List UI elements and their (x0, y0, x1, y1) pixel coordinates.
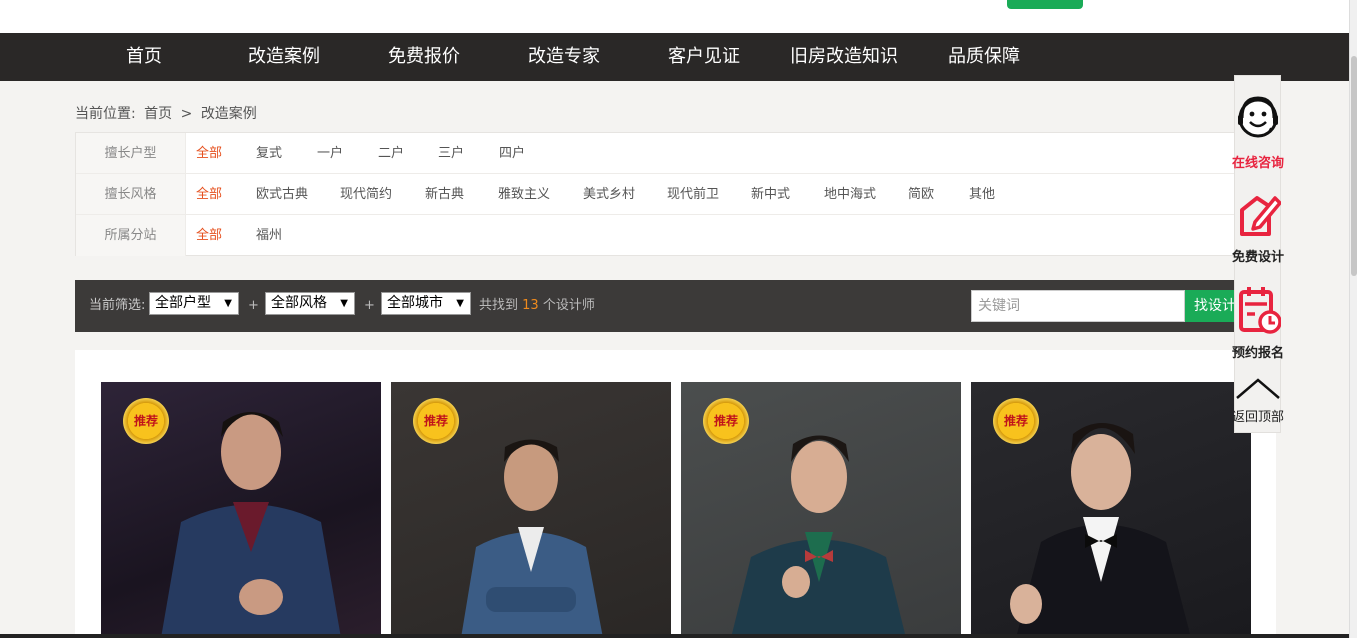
appointment-button[interactable]: 预约报名 (1232, 284, 1284, 364)
appointment-label: 预约报名 (1231, 346, 1284, 361)
floating-sidebar: 在线咨询 免费设计 预约报名 返回顶部 (1232, 75, 1284, 433)
results-prefix: 共找到 (479, 298, 519, 313)
recommend-badge: 推荐 (123, 398, 169, 444)
designer-card[interactable]: 推荐 (101, 382, 381, 638)
top-green-button[interactable] (1007, 0, 1083, 9)
back-to-top-label: 返回顶部 (1231, 410, 1284, 425)
style-select-value: 全部风格 (271, 295, 327, 311)
headset-icon (1238, 96, 1278, 138)
filter-option[interactable]: 一户 (317, 133, 343, 174)
designer-card[interactable]: 推荐 (391, 382, 671, 638)
keyword-input[interactable]: 关键词 (971, 290, 1185, 322)
filter-option[interactable]: 全部 (196, 215, 222, 256)
filter-option[interactable]: 美式乡村 (583, 174, 635, 215)
plus-separator: + (364, 298, 375, 313)
recommend-badge-text: 推荐 (1003, 414, 1028, 428)
breadcrumb-prefix: 当前位置: (75, 106, 136, 122)
filter-row-house-type: 擅长户型 全部 复式 一户 二户 三户 四户 (76, 133, 1249, 174)
filter-table: 擅长户型 全部 复式 一户 二户 三户 四户 擅长风格 全部 欧式古典 现代简约… (75, 132, 1250, 256)
filter-option[interactable]: 复式 (256, 133, 282, 174)
nav-item-cases[interactable]: 改造案例 (248, 33, 320, 81)
nav-item-quote[interactable]: 免费报价 (388, 33, 460, 81)
designer-grid: 推荐 推荐 推荐 推荐 (75, 350, 1276, 638)
filter-option[interactable]: 其他 (969, 174, 995, 215)
filter-option[interactable]: 三户 (438, 133, 464, 174)
nav-item-knowledge[interactable]: 旧房改造知识 (790, 33, 898, 81)
designer-card[interactable]: 推荐 (971, 382, 1251, 638)
filter-option[interactable]: 新中式 (751, 174, 790, 215)
dropdown-arrow-icon: ▼ (456, 298, 464, 309)
nav-item-testimonials[interactable]: 客户见证 (668, 33, 740, 81)
recommend-badge-text: 推荐 (133, 414, 158, 428)
recommend-badge: 推荐 (703, 398, 749, 444)
filter-option[interactable]: 全部 (196, 174, 222, 215)
current-filter-label: 当前筛选: (89, 298, 146, 313)
recommend-badge-text: 推荐 (713, 414, 738, 428)
designer-card[interactable]: 推荐 (681, 382, 961, 638)
main-nav: 首页 改造案例 免费报价 改造专家 客户见证 旧房改造知识 品质保障 (0, 33, 1349, 81)
free-design-label: 免费设计 (1231, 250, 1284, 265)
recommend-badge: 推荐 (413, 398, 459, 444)
filter-row-branch: 所属分站 全部 福州 (76, 215, 1249, 256)
bottom-strip (0, 634, 1349, 638)
dropdown-arrow-icon: ▼ (340, 298, 348, 309)
filter-label-branch: 所属分站 (76, 215, 186, 256)
filter-option[interactable]: 四户 (499, 133, 525, 174)
breadcrumb: 当前位置: 首页 > 改造案例 (75, 103, 261, 123)
free-design-button[interactable]: 免费设计 (1232, 188, 1284, 268)
filter-option[interactable]: 新古典 (425, 174, 464, 215)
nav-item-quality[interactable]: 品质保障 (948, 33, 1020, 81)
filter-option[interactable]: 福州 (256, 215, 282, 256)
filter-row-style: 擅长风格 全部 欧式古典 现代简约 新古典 雅致主义 美式乡村 现代前卫 新中式… (76, 174, 1249, 215)
results-number: 13 (522, 298, 539, 313)
results-count: 共找到 13 个设计师 (479, 280, 595, 332)
plus-separator: + (248, 298, 259, 313)
calendar-clock-icon (1239, 287, 1281, 334)
house-type-select-value: 全部户型 (155, 295, 211, 311)
chevron-up-icon (1236, 378, 1280, 399)
nav-item-experts[interactable]: 改造专家 (528, 33, 600, 81)
city-select-value: 全部城市 (387, 295, 443, 311)
style-select[interactable]: 全部风格 ▼ (265, 292, 355, 315)
filter-option[interactable]: 欧式古典 (256, 174, 308, 215)
filter-option[interactable]: 全部 (196, 133, 222, 174)
filter-label-house-type: 擅长户型 (76, 133, 186, 173)
online-consult-button[interactable]: 在线咨询 (1232, 90, 1284, 180)
recommend-badge-text: 推荐 (423, 414, 448, 428)
nav-item-home[interactable]: 首页 (126, 33, 162, 81)
breadcrumb-home[interactable]: 首页 (144, 106, 172, 122)
filter-option[interactable]: 现代前卫 (667, 174, 719, 215)
edit-pen-icon (1240, 196, 1281, 236)
back-to-top-button[interactable]: 返回顶部 (1232, 376, 1284, 428)
city-select[interactable]: 全部城市 ▼ (381, 292, 471, 315)
dropdown-arrow-icon: ▼ (224, 298, 232, 309)
filter-option[interactable]: 简欧 (908, 174, 934, 215)
filter-option[interactable]: 雅致主义 (498, 174, 550, 215)
online-consult-label: 在线咨询 (1231, 156, 1284, 171)
breadcrumb-current[interactable]: 改造案例 (201, 106, 257, 122)
recommend-badge: 推荐 (993, 398, 1039, 444)
scrollbar-thumb[interactable] (1351, 56, 1357, 276)
filter-option[interactable]: 二户 (378, 133, 404, 174)
house-type-select[interactable]: 全部户型 ▼ (149, 292, 239, 315)
filter-option[interactable]: 现代简约 (340, 174, 392, 215)
top-header (0, 0, 1349, 33)
current-filter-bar: 当前筛选: 全部户型 ▼ + 全部风格 ▼ + 全部城市 ▼ 共找到 13 个设… (75, 280, 1250, 332)
filter-label-style: 擅长风格 (76, 174, 186, 214)
filter-option[interactable]: 地中海式 (824, 174, 876, 215)
page-scrollbar[interactable] (1349, 0, 1357, 638)
results-suffix: 个设计师 (542, 298, 595, 313)
breadcrumb-sep: > (180, 106, 193, 122)
